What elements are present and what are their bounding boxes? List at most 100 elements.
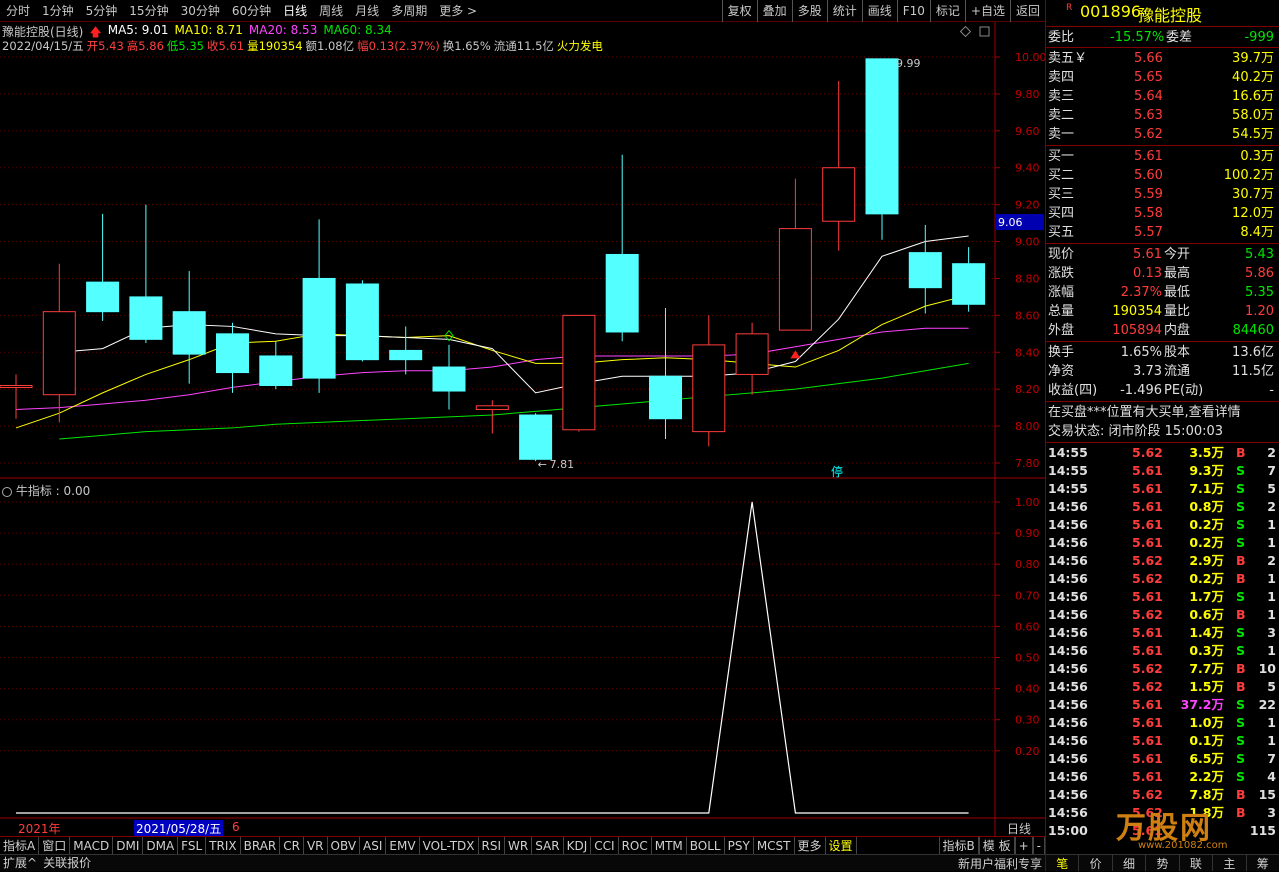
tick-count: 3 xyxy=(1267,625,1276,640)
indicator-right-tab[interactable]: 模 板 xyxy=(978,836,1015,855)
chart-area[interactable]: 10.00 9.80 9.60 9.40 9.20 9.00 8.80 8.60 8.40 8.2… xyxy=(0,0,1045,836)
bid-row[interactable]: 买二 5.60 100.2万 xyxy=(1046,166,1279,185)
stat-value: - xyxy=(1269,383,1274,398)
bid-label: 买五 xyxy=(1048,225,1075,240)
indicator-tab-bar: 指标A 窗口 MACD DMI DMA FSL TRIX BRAR CR VR OBV ASI EMV V… xyxy=(0,836,1045,855)
tick-volume: 2.2万 xyxy=(1189,769,1224,784)
bid-row[interactable]: 买三 5.59 30.7万 xyxy=(1046,185,1279,204)
indicator-tab[interactable]: RSI xyxy=(479,836,506,855)
indicator-tab[interactable]: KDJ xyxy=(564,836,592,855)
indicator-tab[interactable]: ROC xyxy=(619,836,652,855)
bid-row[interactable]: 买四 5.58 12.0万 xyxy=(1046,204,1279,223)
tick-price: 5.61 xyxy=(1132,517,1163,532)
stat-label: 总量 xyxy=(1048,304,1075,319)
candle-body xyxy=(908,252,942,289)
ask-row[interactable]: 卖三 5.64 16.6万 xyxy=(1046,87,1279,106)
indicator-tab[interactable]: BRAR xyxy=(241,836,281,855)
indicator-tab[interactable]: CR xyxy=(280,836,304,855)
tick-time: 14:56 xyxy=(1048,517,1088,532)
indicator-tab[interactable]: MACD xyxy=(70,836,114,855)
stat-label: 最高 xyxy=(1164,266,1191,281)
tick-side: S xyxy=(1236,697,1246,712)
stat-row: 外盘 105894 内盘 84460 xyxy=(1046,321,1279,340)
tick-row: 14:55 5.61 9.3万 S 7 xyxy=(1046,462,1279,480)
tick-count: 4 xyxy=(1267,769,1276,784)
ask-row[interactable]: 卖四 5.65 40.2万 xyxy=(1046,68,1279,87)
indicator-tab[interactable]: WR xyxy=(505,836,533,855)
indicator-tab[interactable]: 更多 xyxy=(795,836,826,855)
ask-row[interactable]: 卖五￥ 5.66 39.7万 xyxy=(1046,49,1279,68)
expand-button[interactable]: 扩展^ xyxy=(0,854,40,872)
tick-count: 1 xyxy=(1267,571,1276,586)
tick-time: 14:56 xyxy=(1048,787,1088,802)
settings-circle-icon[interactable] xyxy=(2,486,12,497)
ask-row[interactable]: 卖一 5.62 54.5万 xyxy=(1046,125,1279,144)
stat-row: 涨跌 0.13 最高 5.86 xyxy=(1046,264,1279,283)
big-order-notice[interactable]: 在买盘***位置有大买单,查看详情 xyxy=(1046,403,1279,422)
tick-volume: 7.8万 xyxy=(1189,787,1224,802)
indicator-tab[interactable]: PSY xyxy=(725,836,754,855)
right-tab[interactable]: 价 xyxy=(1079,855,1113,871)
indicator-tab[interactable]: VOL-TDX xyxy=(420,836,479,855)
indicator-tab[interactable]: SAR xyxy=(532,836,564,855)
tick-time: 14:56 xyxy=(1048,751,1088,766)
bid-label: 买三 xyxy=(1048,187,1075,202)
indicator-axis-label: 0.40 xyxy=(1015,683,1040,696)
indicator-right-tab[interactable]: - xyxy=(1032,836,1045,855)
indicator-tab[interactable]: MTM xyxy=(652,836,687,855)
right-tab[interactable]: 笔 xyxy=(1046,855,1080,871)
square-icon xyxy=(979,26,990,37)
indicator-tab[interactable]: 窗口 xyxy=(39,836,71,855)
new-user-promo[interactable]: 新用户福利专享 xyxy=(958,855,1042,872)
related-quote-button[interactable]: 关联报价 xyxy=(40,854,94,872)
tick-side: S xyxy=(1236,463,1246,478)
ask-row[interactable]: 卖二 5.63 58.0万 xyxy=(1046,106,1279,125)
candle-body xyxy=(345,283,379,361)
indicator-tab[interactable]: EMV xyxy=(386,836,420,855)
bid-price: 5.58 xyxy=(1134,206,1163,221)
ask-label: 卖一 xyxy=(1048,127,1075,142)
indicator-tab[interactable]: FSL xyxy=(178,836,207,855)
indicator-tab[interactable]: CCI xyxy=(591,836,619,855)
tick-volume: 1.7万 xyxy=(1189,589,1224,604)
indicator-tab[interactable]: DMI xyxy=(113,836,144,855)
indicator-tab[interactable]: MCST xyxy=(754,836,795,855)
right-tab[interactable]: 势 xyxy=(1146,855,1180,871)
indicator-axis-label: 1.00 xyxy=(1015,496,1040,509)
right-tab[interactable]: 联 xyxy=(1180,855,1214,871)
period-label[interactable]: 日线 xyxy=(1007,820,1031,837)
indicator-tab[interactable]: OBV xyxy=(328,836,361,855)
indicator-tab[interactable]: TRIX xyxy=(206,836,241,855)
tick-price: 5.61 xyxy=(1132,463,1163,478)
indicator-right-tab[interactable]: 指标B xyxy=(938,836,979,855)
right-tab[interactable]: 主 xyxy=(1213,855,1247,871)
indicator-tab[interactable]: VR xyxy=(304,836,328,855)
tick-price: 5.61 xyxy=(1132,715,1163,730)
indicator-tab[interactable]: DMA xyxy=(143,836,179,855)
indicator-tab[interactable]: ASI xyxy=(360,836,387,855)
tick-time: 14:56 xyxy=(1048,625,1088,640)
bid-row[interactable]: 买一 5.61 0.3万 xyxy=(1046,147,1279,166)
ask-volume: 39.7万 xyxy=(1232,51,1274,66)
tick-side: B xyxy=(1236,787,1246,802)
tick-volume: 7.7万 xyxy=(1189,661,1224,676)
tick-price: 5.62 xyxy=(1132,607,1163,622)
bid-price: 5.59 xyxy=(1134,187,1163,202)
tick-side: B xyxy=(1236,553,1246,568)
right-tab[interactable]: 筹 xyxy=(1247,855,1279,871)
ask-price: 5.64 xyxy=(1134,89,1163,104)
indicator-tab[interactable]: 指标A xyxy=(0,836,40,855)
tick-count: 7 xyxy=(1267,751,1276,766)
quote-panel: R 001896 豫能控股 委比 -15.57% 委差 -999 卖五￥ 5.66… xyxy=(1045,0,1279,871)
indicator-tab[interactable]: BOLL xyxy=(687,836,725,855)
tick-volume: 2.9万 xyxy=(1189,553,1224,568)
indicator-right-tab[interactable]: + xyxy=(1014,836,1033,855)
tick-volume: 0.2万 xyxy=(1189,535,1224,550)
ask-volume: 40.2万 xyxy=(1232,70,1274,85)
indicator-tab[interactable]: 设置 xyxy=(826,836,857,855)
tick-volume: 37.2万 xyxy=(1180,697,1224,712)
right-tab[interactable]: 细 xyxy=(1113,855,1147,871)
tick-side: S xyxy=(1236,715,1246,730)
tick-side: S xyxy=(1236,625,1246,640)
bid-row[interactable]: 买五 5.57 8.4万 xyxy=(1046,223,1279,242)
